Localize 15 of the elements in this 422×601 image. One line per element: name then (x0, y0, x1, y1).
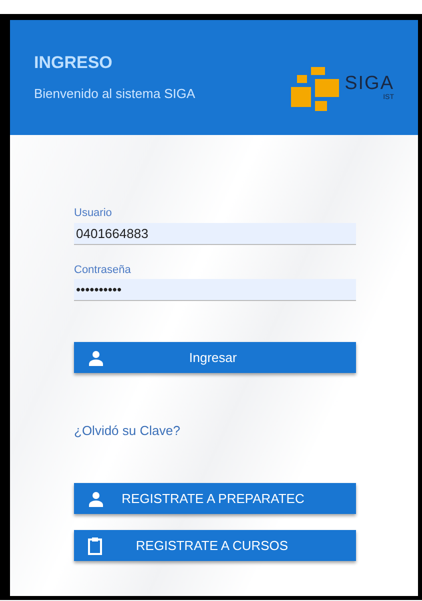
person-icon (88, 490, 104, 506)
password-field[interactable]: •••••••••• (74, 279, 356, 301)
clipboard-icon (88, 536, 102, 554)
field-label: Usuario (74, 206, 113, 221)
username-field[interactable]: 0401664883 (74, 222, 356, 244)
person-icon (88, 350, 104, 366)
welcome-text: Bienvenido al sistema SIGA (34, 84, 196, 102)
register-button[interactable]: REGISTRATE A PREPARATEC (74, 483, 356, 514)
login-button[interactable]: Ingresar (74, 342, 356, 373)
login-title: INGRESO (34, 52, 114, 74)
field-label: Contraseña (74, 262, 132, 278)
squares-logo-icon (288, 64, 341, 112)
register-button[interactable]: REGISTRATE A CURSOS (74, 530, 356, 561)
forgot-password-link[interactable]: ¿Olvidó su Clave? (74, 423, 180, 438)
logo-text: SIGA (344, 74, 394, 93)
